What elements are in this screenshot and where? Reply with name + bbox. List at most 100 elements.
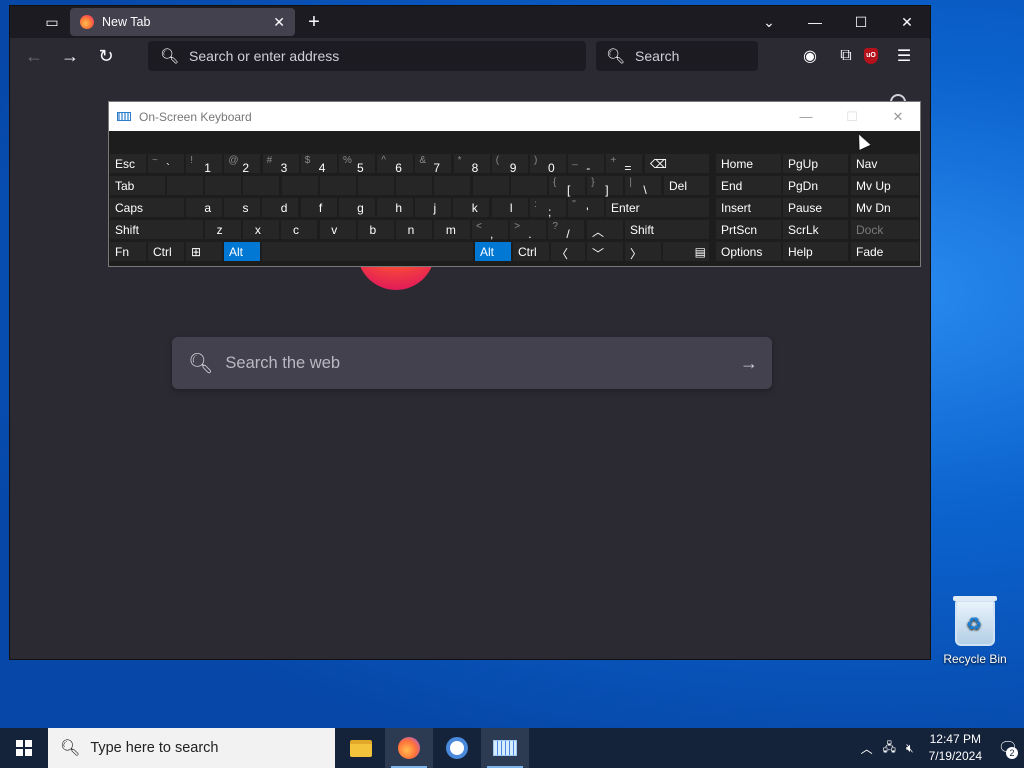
key-tab[interactable]: Tab xyxy=(109,175,166,196)
key-ctrl-left[interactable]: Ctrl xyxy=(147,241,185,262)
key-p[interactable]: p xyxy=(509,175,556,196)
key-m[interactable]: m xyxy=(433,219,472,240)
key-sym[interactable]: <, xyxy=(471,219,509,241)
key-6[interactable]: ^ 6 xyxy=(376,153,415,175)
key-u[interactable]: u xyxy=(395,175,441,196)
close-button[interactable]: ✕ xyxy=(875,102,921,131)
key-insert[interactable]: Insert xyxy=(715,197,782,218)
key-mvdn[interactable]: Mv Dn xyxy=(850,197,920,218)
key-backspace[interactable]: ⌫ xyxy=(644,153,710,174)
volume-muted-icon[interactable]: 🔇︎ xyxy=(901,741,919,756)
key-sym[interactable]: >. xyxy=(509,219,548,241)
url-bar[interactable]: 🔍︎ Search or enter address xyxy=(148,41,586,71)
key-sym[interactable]: }] xyxy=(586,175,625,197)
key-pgup[interactable]: PgUp xyxy=(782,153,849,174)
ublock-origin-icon[interactable]: uO xyxy=(864,40,878,72)
key-h[interactable]: h xyxy=(376,197,414,218)
key-x[interactable]: x xyxy=(242,219,281,240)
key-n[interactable]: n xyxy=(395,219,433,240)
key-left-arrow[interactable]: 〈 xyxy=(550,241,586,262)
key-7[interactable]: & 7 xyxy=(414,153,453,175)
key-sym[interactable]: {[ xyxy=(548,175,586,197)
key-pause[interactable]: Pause xyxy=(782,197,849,218)
key-caps[interactable]: Caps xyxy=(109,197,185,218)
key-j[interactable]: j xyxy=(414,197,453,218)
key-3[interactable]: #3 xyxy=(261,153,300,175)
key-a[interactable]: a xyxy=(185,197,223,218)
key-y[interactable]: y xyxy=(357,175,402,196)
key-w[interactable]: w xyxy=(204,175,252,196)
chevron-up-icon[interactable]: ︿ xyxy=(856,740,878,757)
key-esc[interactable]: Esc xyxy=(109,153,147,174)
key-fn[interactable]: Fn xyxy=(109,241,147,262)
key-shift-right[interactable]: Shift xyxy=(624,219,710,240)
key-options[interactable]: Options xyxy=(715,241,782,262)
key-t[interactable]: t xyxy=(318,175,361,196)
key-right-arrow[interactable]: 〉 xyxy=(624,241,662,262)
tab-overview-icon[interactable]: ▭ xyxy=(32,6,72,38)
key-sym[interactable]: ? / xyxy=(547,219,586,241)
key-fade[interactable]: Fade xyxy=(850,241,920,262)
clock[interactable]: 12:47 PM 7/19/2024 xyxy=(919,731,992,765)
key-c[interactable]: c xyxy=(280,219,319,240)
new-tab-button[interactable]: + xyxy=(302,10,326,34)
firefox-taskbar-button[interactable] xyxy=(385,728,433,768)
key-enter[interactable]: Enter xyxy=(605,197,710,218)
key-s[interactable]: s xyxy=(223,197,262,218)
key-5[interactable]: % 5 xyxy=(338,153,376,175)
key-8[interactable]: * 8 xyxy=(452,153,491,175)
arrow-right-icon[interactable]: → xyxy=(740,353,758,374)
key-end[interactable]: End xyxy=(715,175,782,196)
key-sym[interactable]: " ' xyxy=(567,197,606,219)
key-f[interactable]: f xyxy=(299,197,338,218)
key-ctrl-right[interactable]: Ctrl xyxy=(512,241,550,262)
key-k[interactable]: k xyxy=(452,197,491,218)
web-search-box[interactable]: 🔍︎ Search the web → xyxy=(172,337,772,389)
search-bar[interactable]: 🔍︎ Search xyxy=(596,41,758,71)
key-pgdn[interactable]: PgDn xyxy=(782,175,849,196)
osk-titlebar[interactable]: On-Screen Keyboard — ☐ ✕ xyxy=(109,102,920,131)
key-=[interactable]: + = xyxy=(605,153,644,175)
back-button[interactable]: ← xyxy=(16,40,52,72)
key-dock[interactable]: Dock xyxy=(850,219,920,240)
key-menu[interactable]: ▤ xyxy=(662,241,710,262)
key-alt-left[interactable]: Alt xyxy=(223,241,261,262)
key-windows[interactable]: ⊞ xyxy=(185,241,223,262)
minimize-button[interactable]: — xyxy=(783,102,829,131)
tab-new-tab[interactable]: New Tab ✕ xyxy=(70,8,295,36)
osk-taskbar-button[interactable] xyxy=(481,728,529,768)
key-0[interactable]: ) 0 xyxy=(529,153,567,175)
key-1[interactable]: ! 1 xyxy=(185,153,224,175)
key-del[interactable]: Del xyxy=(663,175,710,196)
key-l[interactable]: l xyxy=(490,197,529,218)
key-e[interactable]: e xyxy=(242,175,288,196)
key-i[interactable]: i xyxy=(433,175,475,196)
chrome-taskbar-button[interactable] xyxy=(433,728,481,768)
account-icon[interactable]: ◉ xyxy=(792,40,828,72)
notification-center-icon[interactable]: 🗨2 xyxy=(992,728,1024,768)
key-r[interactable]: r xyxy=(280,175,324,196)
key-q[interactable]: q xyxy=(166,175,212,196)
start-button[interactable] xyxy=(0,728,48,768)
key-home[interactable]: Home xyxy=(715,153,782,174)
key--[interactable]: _ - xyxy=(567,153,606,175)
taskbar-search[interactable]: 🔍︎ Type here to search xyxy=(48,728,335,768)
key-4[interactable]: $4 xyxy=(299,153,338,175)
network-icon[interactable]: 🖧 xyxy=(878,738,901,759)
key-o[interactable]: o xyxy=(471,175,518,196)
extensions-icon[interactable]: ⧉ xyxy=(828,40,864,72)
key-g[interactable]: g xyxy=(337,197,376,218)
reload-button[interactable]: ↻ xyxy=(88,40,124,72)
file-explorer-button[interactable] xyxy=(337,728,385,768)
key-shift-left[interactable]: Shift xyxy=(109,219,204,240)
key-help[interactable]: Help xyxy=(782,241,849,262)
key-`[interactable]: ~ ` xyxy=(147,153,185,175)
key-sym[interactable]: :; xyxy=(529,197,567,219)
key-v[interactable]: v xyxy=(318,219,357,240)
close-tab-icon[interactable]: ✕ xyxy=(273,14,285,31)
key-2[interactable]: @2 xyxy=(223,153,262,175)
key-down-arrow[interactable]: ﹀ xyxy=(586,241,624,262)
key-up-arrow[interactable]: ︿ xyxy=(586,219,624,240)
minimize-button[interactable]: — xyxy=(792,6,838,38)
maximize-button[interactable]: ☐ xyxy=(838,6,884,38)
